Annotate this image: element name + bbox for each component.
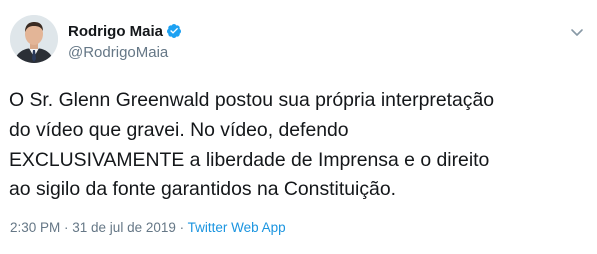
tweet-card: Rodrigo Maia @RodrigoMaia O Sr. Glenn Gr…: [0, 0, 597, 254]
timestamp[interactable]: 2:30 PM · 31 de jul de 2019: [10, 220, 176, 235]
avatar-image: [10, 15, 58, 63]
user-handle[interactable]: @RodrigoMaia: [68, 43, 182, 63]
verified-badge-icon: [166, 23, 182, 39]
display-name[interactable]: Rodrigo Maia: [68, 22, 163, 42]
source-link[interactable]: Twitter Web App: [188, 220, 286, 235]
author-block: Rodrigo Maia @RodrigoMaia: [68, 22, 182, 63]
chevron-down-icon[interactable]: [569, 24, 585, 40]
tweet-meta: 2:30 PM · 31 de jul de 2019 · Twitter We…: [10, 219, 286, 237]
tweet-text: O Sr. Glenn Greenwald postou sua própria…: [9, 89, 495, 201]
meta-separator: ·: [175, 220, 188, 235]
avatar[interactable]: [10, 15, 58, 63]
